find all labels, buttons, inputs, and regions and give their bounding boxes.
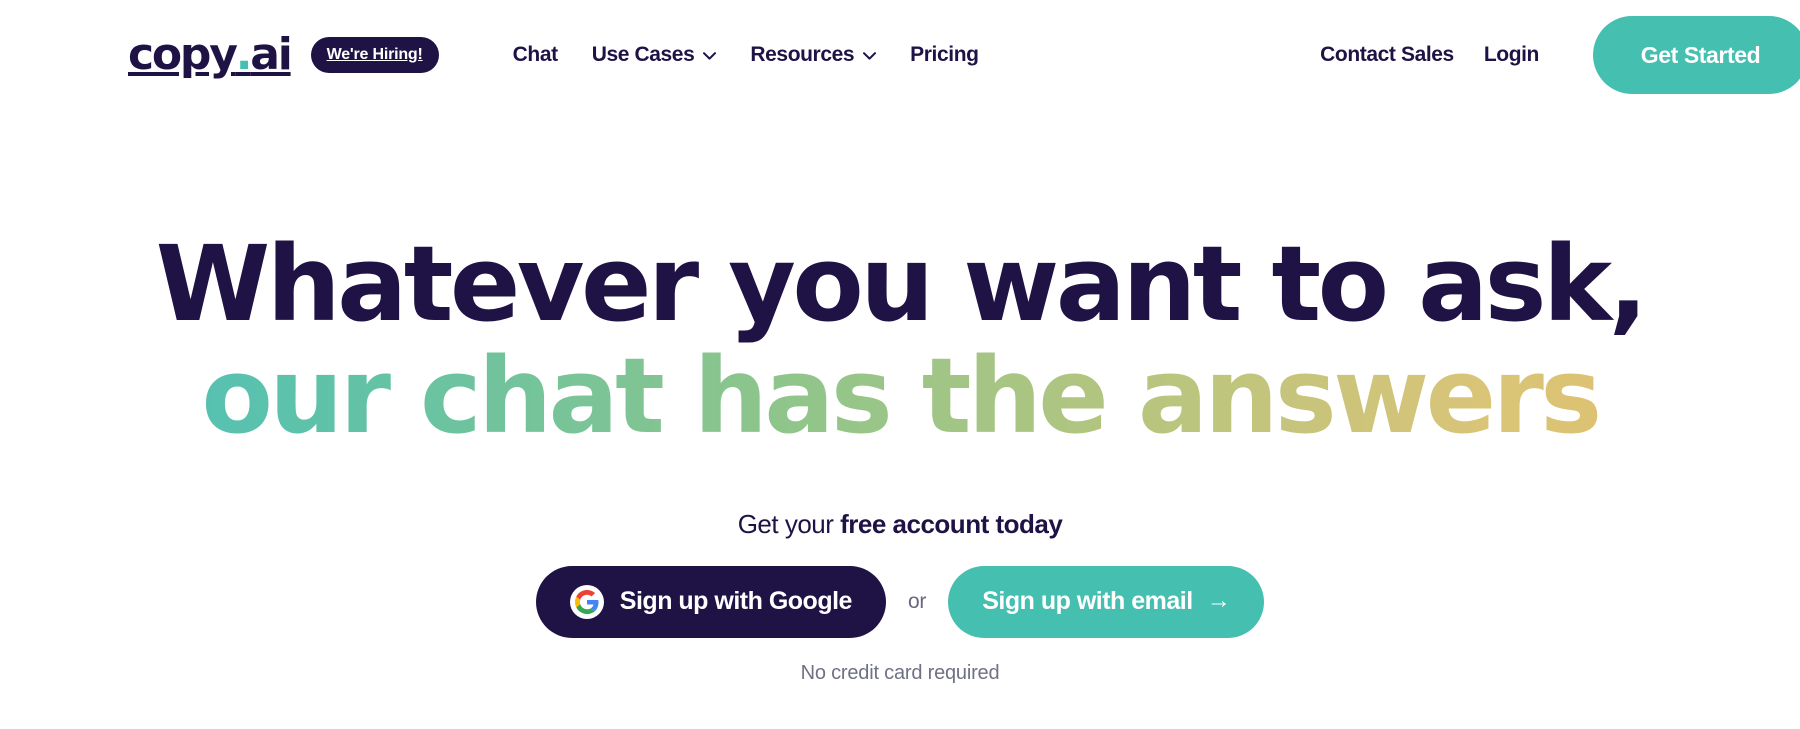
hero-section: Whatever you want to ask, our chat has t…: [0, 110, 1800, 685]
nav-item-contact-sales[interactable]: Contact Sales: [1320, 43, 1454, 67]
subheadline-regular-text: Get your: [737, 508, 841, 539]
logo-text-ai: ai: [250, 29, 293, 80]
nav-item-login[interactable]: Login: [1484, 43, 1540, 67]
hero-headline: Whatever you want to ask, our chat has t…: [0, 228, 1800, 453]
or-separator-label: or: [907, 589, 927, 613]
site-header: copy. ai We're Hiring! Chat Use Cases Re…: [0, 0, 1800, 110]
get-started-button[interactable]: Get Started: [1593, 16, 1800, 94]
logo-dot-icon: .: [235, 29, 253, 80]
arrow-right-icon: →: [1206, 586, 1231, 614]
nav-item-pricing[interactable]: Pricing: [910, 43, 979, 67]
nav-item-chat[interactable]: Chat: [513, 43, 558, 67]
nav-item-pricing-label: Pricing: [910, 43, 979, 66]
logo-text-copy: copy: [128, 29, 238, 80]
nav-right-group: Contact Sales Login Get Started: [1320, 0, 1800, 110]
primary-navigation: Chat Use Cases Resources Pricing: [513, 43, 979, 67]
sign-up-with-email-button[interactable]: Sign up with email →: [948, 565, 1265, 638]
chevron-down-icon: [703, 52, 717, 60]
copyai-logo[interactable]: copy. ai: [128, 29, 293, 80]
were-hiring-badge[interactable]: We're Hiring!: [310, 37, 439, 73]
nav-item-resources[interactable]: Resources: [750, 43, 877, 67]
subheadline-bold-text: free account today: [840, 508, 1063, 539]
landing-page: copy. ai We're Hiring! Chat Use Cases Re…: [0, 0, 1800, 729]
nav-item-use-cases[interactable]: Use Cases: [592, 43, 717, 67]
nav-left-group: copy. ai We're Hiring! Chat Use Cases Re…: [128, 33, 979, 77]
nav-item-chat-label: Chat: [512, 43, 558, 66]
nav-item-resources-label: Resources: [750, 43, 855, 66]
sign-up-with-google-label: Sign up with Google: [619, 587, 853, 616]
nav-item-use-cases-label: Use Cases: [591, 43, 695, 66]
sign-up-with-google-button[interactable]: Sign up with Google: [535, 565, 886, 638]
chevron-down-icon: [863, 52, 877, 60]
sign-up-with-email-label: Sign up with email: [982, 587, 1193, 616]
no-credit-card-note: No credit card required: [800, 661, 1000, 684]
hero-headline-line-2: our chat has the answers: [0, 340, 1800, 453]
hero-headline-line-1: Whatever you want to ask,: [155, 223, 1648, 345]
signup-cta-row: Sign up with Google or Sign up with emai…: [0, 565, 1800, 638]
hero-subheadline: Get your free account today: [0, 509, 1800, 540]
google-g-icon: [569, 584, 604, 619]
